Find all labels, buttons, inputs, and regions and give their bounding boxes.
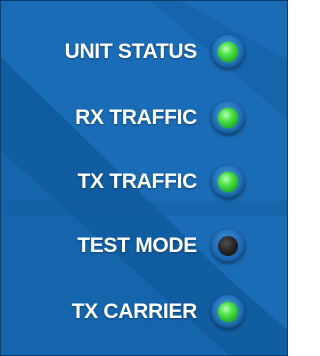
indicator-tx-carrier: TX CARRIER	[72, 292, 245, 332]
indicator-test-mode: TEST MODE	[77, 226, 245, 266]
indicator-label: UNIT STATUS	[64, 40, 198, 63]
indicator-label: TEST MODE	[77, 234, 197, 257]
indicator-label: RX TRAFFIC	[75, 106, 197, 129]
led-lamp-off	[218, 236, 238, 256]
indicator-label: TX TRAFFIC	[77, 170, 198, 193]
indicator-label: TX CARRIER	[71, 300, 198, 323]
status-led-icon	[211, 35, 245, 69]
led-lamp-on	[218, 42, 238, 62]
status-panel: UNIT STATUS RX TRAFFIC TX TRAFFIC TEST M…	[0, 0, 288, 356]
led-lamp-on	[218, 302, 238, 322]
indicator-tx-traffic: TX TRAFFIC	[78, 162, 245, 202]
status-led-icon	[211, 229, 245, 263]
indicator-unit-status: UNIT STATUS	[65, 32, 245, 72]
status-led-icon	[211, 295, 245, 329]
led-lamp-on	[218, 108, 238, 128]
status-led-icon	[211, 101, 245, 135]
led-lamp-on	[218, 172, 238, 192]
status-led-icon	[211, 165, 245, 199]
indicator-rx-traffic: RX TRAFFIC	[75, 98, 245, 138]
